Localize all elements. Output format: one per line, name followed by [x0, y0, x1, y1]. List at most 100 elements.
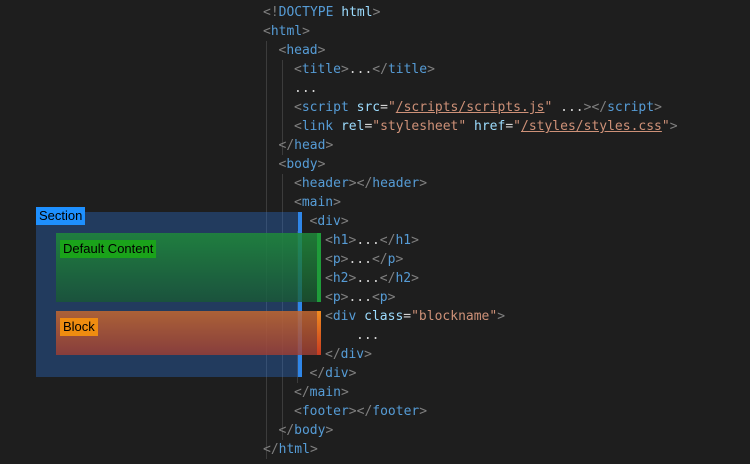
- code-token: <: [294, 100, 302, 115]
- code-line: <link rel="stylesheet" href="/styles/sty…: [294, 117, 678, 136]
- code-token: <: [325, 309, 333, 324]
- code-token: </: [379, 233, 396, 248]
- code-token: "stylesheet": [372, 119, 467, 134]
- code-line: <p>...</p>: [325, 250, 403, 269]
- code-token: head: [294, 138, 326, 153]
- code-token: ...: [348, 62, 373, 77]
- code-token: ...: [294, 81, 318, 96]
- code-token: <: [263, 24, 271, 39]
- code-line: <script src="/scripts/scripts.js" ...></…: [294, 98, 662, 117]
- code-token: p: [332, 290, 341, 305]
- code-token: head: [286, 43, 318, 58]
- code-token: =: [380, 100, 388, 115]
- code-line: <footer></footer>: [294, 402, 427, 421]
- code-token: <: [294, 176, 302, 191]
- code-token: DOCTYPE: [278, 5, 334, 20]
- code-line: <h1>...</h1>: [325, 231, 419, 250]
- code-token: main: [309, 385, 341, 400]
- code-token: href: [474, 119, 506, 134]
- code-token: h2: [395, 271, 412, 286]
- code-token: link: [301, 119, 334, 134]
- code-token: =: [403, 309, 412, 324]
- code-token: h2: [332, 271, 349, 286]
- code-token: header: [301, 176, 349, 191]
- default-content-bar: [317, 233, 321, 302]
- code-token: <: [325, 233, 333, 248]
- code-token: >: [372, 5, 381, 20]
- code-token: div: [325, 366, 349, 381]
- code-token: >: [654, 100, 662, 115]
- code-token: </: [278, 423, 295, 438]
- code-diagram: Section Default Content Block <!DOCTYPE …: [0, 0, 750, 464]
- code-token: ": [387, 100, 396, 115]
- code-line: <main>: [294, 193, 341, 212]
- code-token: main: [301, 195, 334, 210]
- code-line: </body>: [279, 421, 334, 440]
- code-token: footer: [372, 404, 420, 419]
- code-token: >: [317, 43, 326, 58]
- code-token: >: [427, 62, 435, 77]
- code-token: footer: [301, 404, 349, 419]
- code-token: ...: [348, 290, 372, 305]
- code-token: >: [669, 119, 678, 134]
- code-token: >: [309, 442, 318, 457]
- code-line: <html>: [263, 22, 310, 41]
- code-token: </: [371, 252, 388, 267]
- code-token: body: [286, 157, 318, 172]
- code-token: <: [294, 404, 302, 419]
- code-token: >: [419, 176, 428, 191]
- code-token: body: [294, 423, 326, 438]
- code-token: >: [340, 62, 349, 77]
- code-token: >: [333, 195, 341, 210]
- code-token: html: [278, 442, 310, 457]
- code-line: <h2>...</h2>: [325, 269, 419, 288]
- code-token: ": [513, 119, 521, 134]
- code-line: <body>: [279, 155, 326, 174]
- code-token: </: [325, 347, 341, 362]
- code-token: div: [332, 309, 357, 324]
- code-token: ...: [356, 233, 380, 248]
- code-token: </: [309, 366, 326, 381]
- code-token: div: [317, 214, 341, 229]
- code-token: >: [395, 252, 404, 267]
- code-token: >: [497, 309, 506, 324]
- code-token: =: [505, 119, 514, 134]
- code-token: >: [340, 214, 349, 229]
- code-token: title: [301, 62, 341, 77]
- code-token: class: [364, 309, 404, 324]
- block-label: Block: [60, 318, 98, 336]
- code-token: >: [419, 404, 428, 419]
- code-token: script: [607, 100, 655, 115]
- code-token: >: [411, 271, 419, 286]
- code-token: ></: [348, 404, 373, 419]
- code-line: </main>: [294, 383, 349, 402]
- code-token: script: [301, 100, 349, 115]
- code-token: <!: [263, 5, 279, 20]
- code-token: header: [372, 176, 420, 191]
- code-line: <div class="blockname">: [325, 307, 505, 326]
- code-line: ...: [294, 79, 317, 98]
- code-token: ": [661, 119, 670, 134]
- code-token: p: [332, 252, 341, 267]
- code-token: <: [325, 290, 333, 305]
- code-token: >: [317, 157, 326, 172]
- code-token: rel: [340, 119, 365, 134]
- code-line: <head>: [279, 41, 326, 60]
- code-line: <div>: [310, 212, 349, 231]
- code-token: <: [294, 119, 302, 134]
- code-token: >: [387, 290, 396, 305]
- code-token: <: [325, 271, 333, 286]
- code-token: ...: [348, 252, 372, 267]
- code-token: h1: [395, 233, 412, 248]
- code-token: ...: [356, 271, 380, 286]
- code-token: </: [379, 271, 396, 286]
- code-token: src: [356, 100, 381, 115]
- code-token: >: [325, 423, 334, 438]
- section-label: Section: [36, 207, 86, 225]
- code-token: html: [270, 24, 303, 39]
- code-token: /styles/styles.css: [521, 119, 662, 134]
- code-line: </div>: [325, 345, 372, 364]
